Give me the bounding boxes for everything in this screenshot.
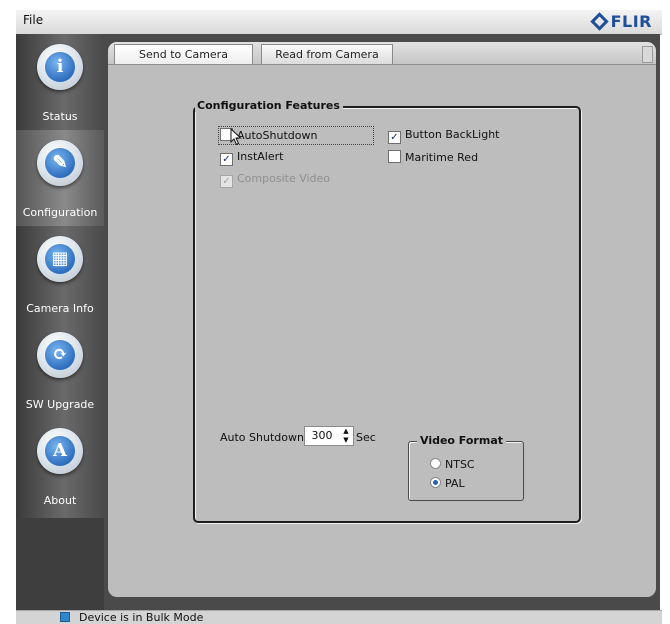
radio-label: NTSC	[445, 458, 475, 471]
auto-shutdown-unit: Sec	[356, 431, 376, 444]
group-legend: Configuration Features	[195, 99, 343, 112]
maritime-red-checkbox[interactable]: Maritime Red	[388, 150, 478, 164]
composite-video-checkbox: ✓ Composite Video	[220, 172, 331, 188]
tab-strip: Send to Camera Read from Camera	[108, 42, 656, 65]
sidebar-filler	[16, 518, 104, 610]
auto-shutdown-stepper[interactable]: 300 ▲ ▼	[304, 426, 354, 446]
configuration-icon: ✎	[37, 140, 83, 186]
checkbox-box: ✓	[220, 175, 233, 188]
logo-text: FLIR	[610, 12, 652, 31]
video-format-group: Video Format NTSC PAL	[408, 434, 524, 501]
menu-bar: File FLIR	[16, 10, 662, 35]
checkbox-box	[388, 150, 401, 163]
checkbox-label: Maritime Red	[405, 151, 479, 164]
tab-read-from-camera[interactable]: Read from Camera	[261, 44, 393, 64]
sidebar-item-configuration[interactable]: ✎ Configuration	[16, 130, 104, 226]
sw-upgrade-icon: ⟳	[37, 332, 83, 378]
auto-shutdown-value[interactable]: 300	[305, 427, 339, 445]
sidebar-item-camera-info[interactable]: ▦ Camera Info	[16, 226, 104, 322]
configuration-glyph: ✎	[45, 148, 75, 178]
sw-upgrade-glyph: ⟳	[45, 340, 75, 370]
mouse-cursor-icon	[230, 128, 242, 146]
about-icon: A	[37, 428, 83, 474]
auto-shutdown-label: Auto Shutdown	[220, 431, 304, 444]
radio-dot	[430, 477, 441, 488]
main-area: Send to Camera Read from Camera Configur…	[104, 34, 660, 610]
camera-info-glyph: ▦	[45, 244, 75, 274]
sidebar-item-label: About	[43, 494, 77, 507]
decrement-arrow-icon[interactable]: ▼	[340, 436, 352, 445]
increment-arrow-icon[interactable]: ▲	[340, 427, 352, 436]
video-format-legend: Video Format	[417, 434, 507, 447]
sidebar-item-label: Status	[42, 110, 78, 123]
info-glyph: i	[45, 52, 75, 82]
ntsc-radio[interactable]: NTSC	[430, 458, 475, 472]
configuration-panel: Send to Camera Read from Camera Configur…	[108, 42, 656, 597]
sidebar-item-label: Camera Info	[26, 302, 94, 315]
sidebar-item-label: Configuration	[22, 206, 98, 219]
status-text: Device is in Bulk Mode	[79, 611, 204, 624]
checkbox-label: InstAlert	[237, 150, 284, 163]
info-icon: i	[37, 44, 83, 90]
radio-label: PAL	[445, 477, 465, 490]
sidebar-item-label: SW Upgrade	[25, 398, 95, 411]
file-menu[interactable]: File	[23, 13, 43, 27]
sidebar: i Status ✎ Configuration ▦ Camera Info ⟳…	[16, 34, 104, 610]
flir-logo: FLIR	[589, 12, 652, 31]
sidebar-item-status[interactable]: i Status	[16, 34, 104, 130]
checkbox-box: ✓	[220, 153, 233, 166]
camera-info-icon: ▦	[37, 236, 83, 282]
instalert-checkbox[interactable]: ✓ InstAlert	[220, 150, 284, 166]
about-glyph: A	[45, 436, 75, 466]
sidebar-item-sw-upgrade[interactable]: ⟳ SW Upgrade	[16, 322, 104, 418]
checkbox-label: Composite Video	[237, 172, 331, 185]
checkbox-label: AutoShutdown	[237, 129, 318, 142]
tab-scroll-button[interactable]	[642, 46, 653, 63]
radio-dot	[430, 458, 441, 469]
button-backlight-checkbox[interactable]: ✓ Button BackLight	[388, 128, 500, 144]
tab-send-to-camera[interactable]: Send to Camera	[114, 44, 253, 64]
checkbox-label: Button BackLight	[405, 128, 500, 141]
status-bar: Device is in Bulk Mode	[16, 610, 662, 624]
usb-device-icon	[60, 612, 70, 622]
sidebar-item-about[interactable]: A About	[16, 418, 104, 514]
checkbox-box: ✓	[388, 131, 401, 144]
pal-radio[interactable]: PAL	[430, 477, 465, 491]
flir-logo-icon	[589, 12, 609, 31]
